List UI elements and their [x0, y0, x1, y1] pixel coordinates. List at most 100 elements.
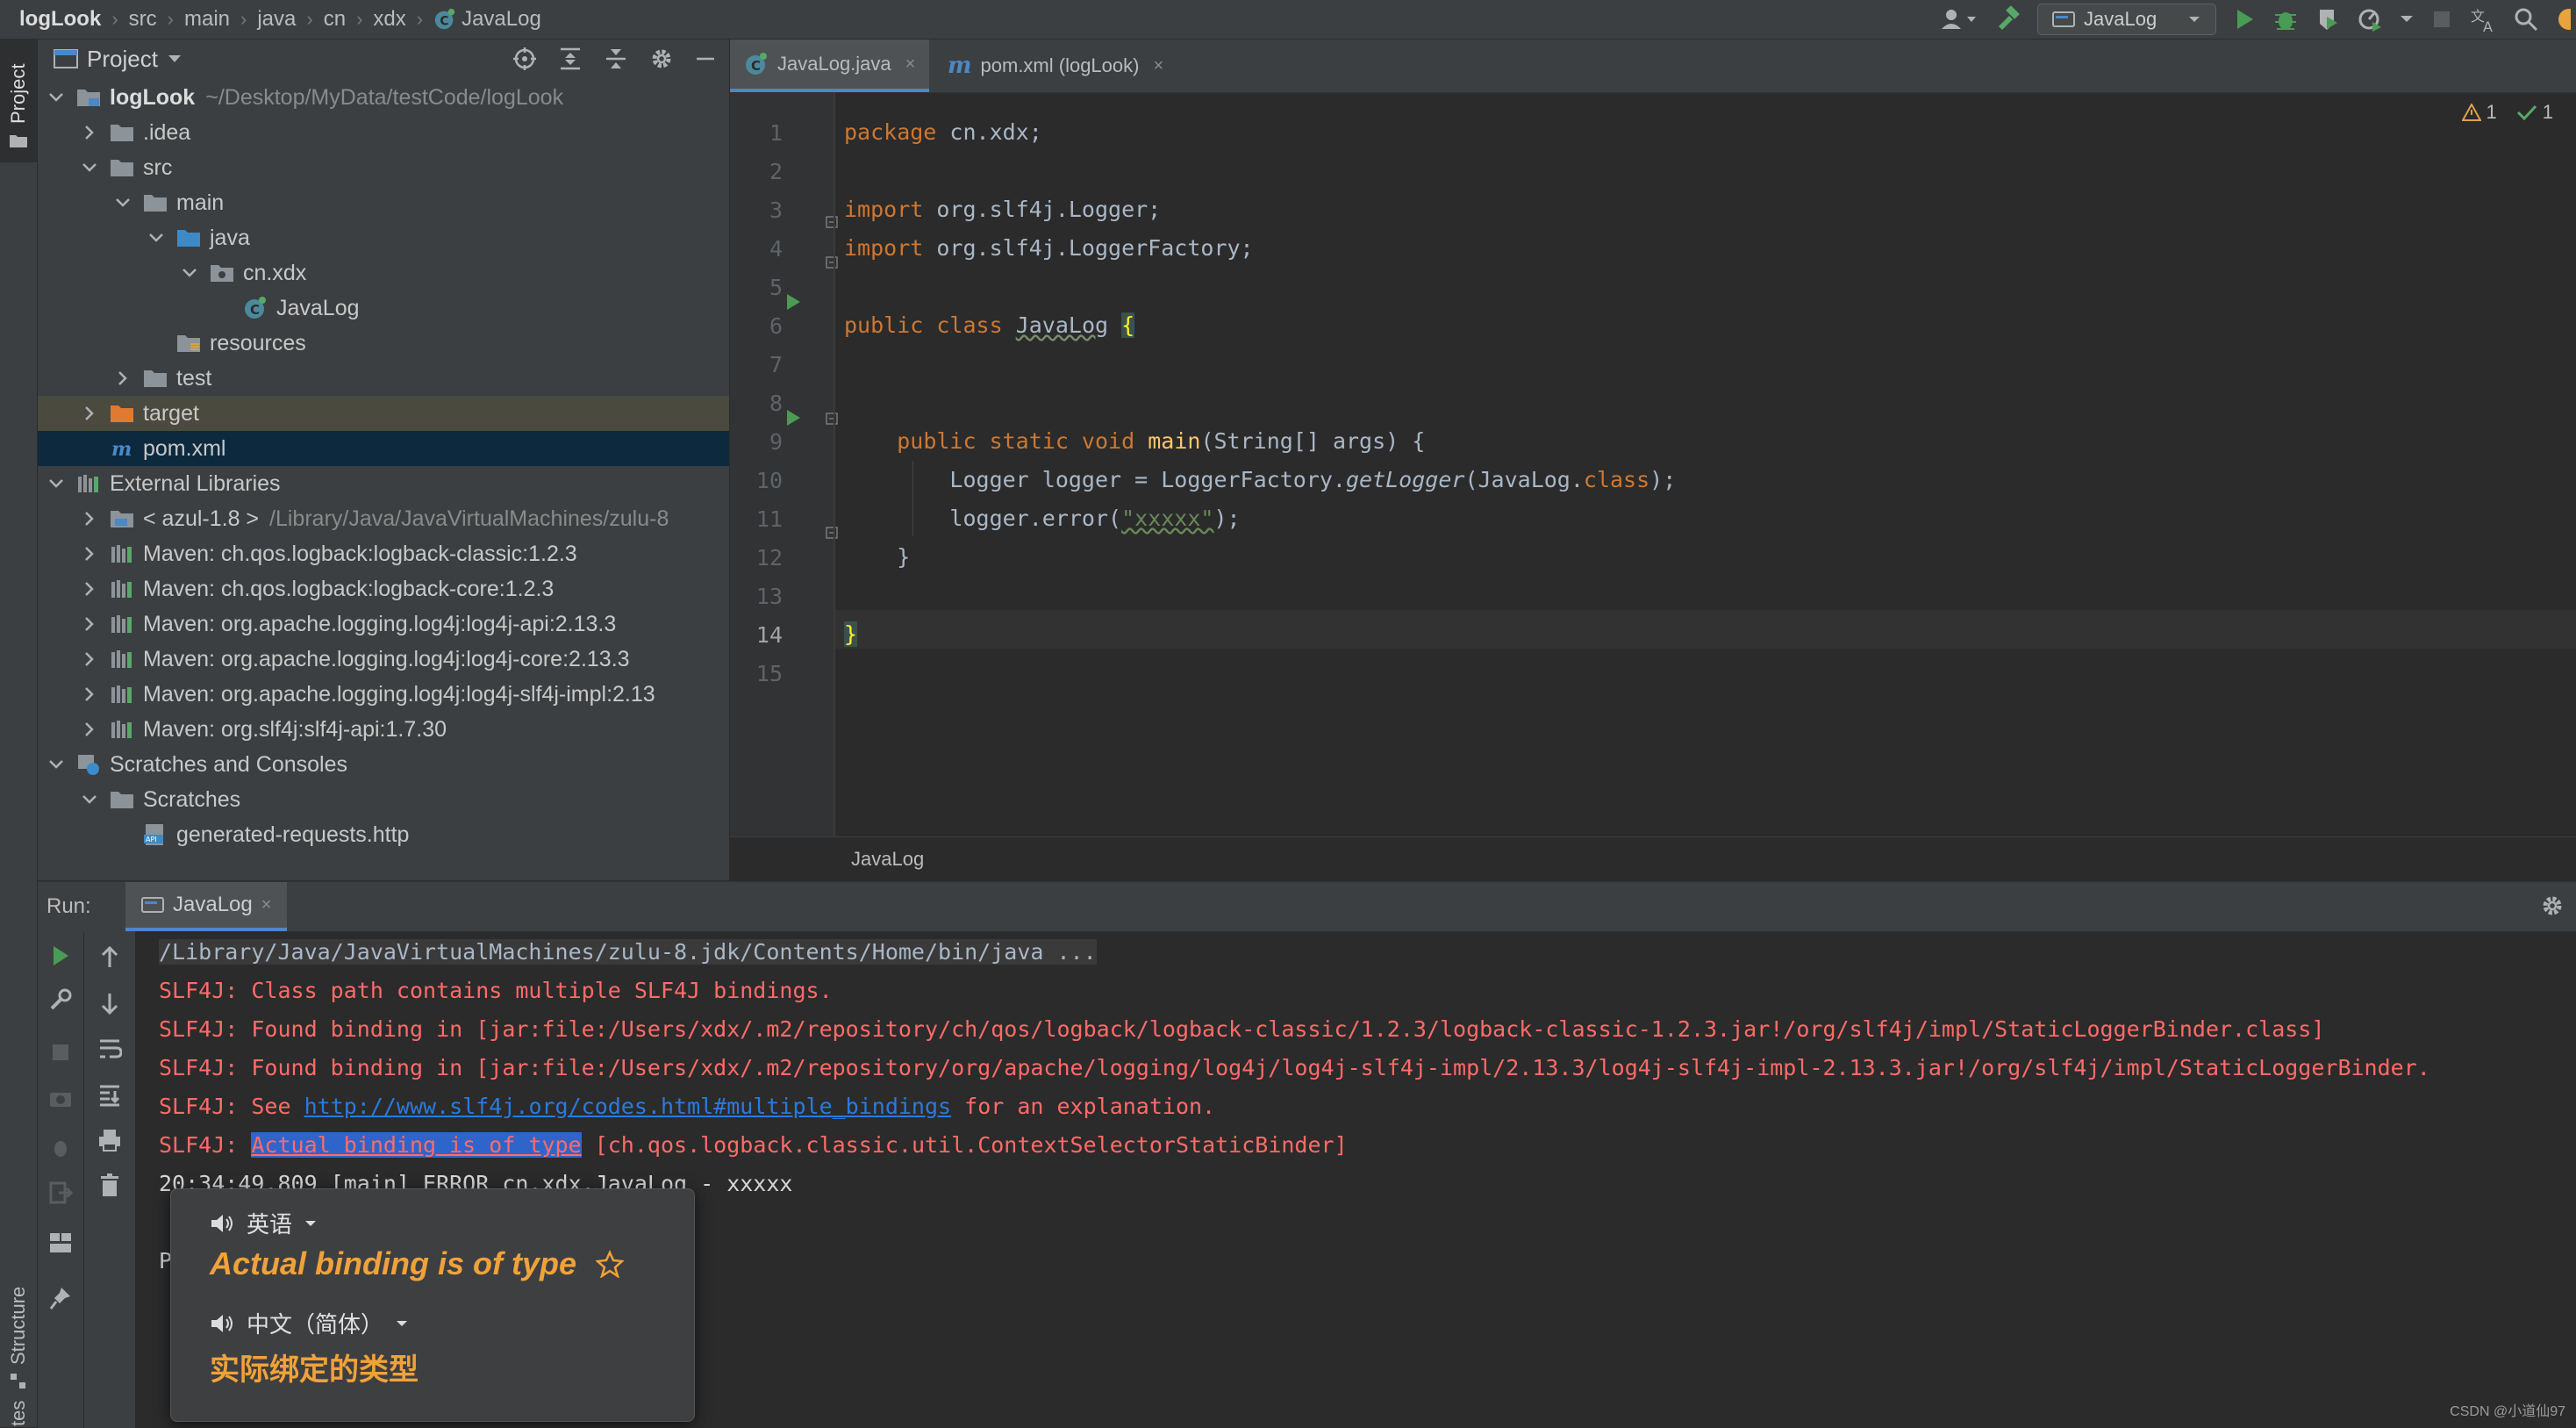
run-configuration-selector[interactable]: JavaLog [2037, 4, 2216, 35]
tree-item[interactable]: java [38, 220, 729, 255]
collapse-all-icon[interactable] [603, 46, 629, 72]
inspection-indicators[interactable]: 1 1 [2461, 101, 2553, 124]
stop-icon[interactable] [38, 1042, 83, 1063]
tree-item[interactable]: src [38, 150, 729, 185]
code-line[interactable]: Logger logger = LoggerFactory.getLogger(… [844, 461, 1676, 499]
breadcrumb-item[interactable]: main [184, 7, 230, 32]
camera-icon[interactable] [38, 1087, 83, 1109]
fold-icon[interactable] [825, 215, 839, 229]
trash-icon[interactable] [84, 1173, 135, 1198]
tree-item[interactable]: target [38, 396, 729, 431]
coverage-icon[interactable] [2315, 6, 2341, 32]
tree-item[interactable]: main [38, 185, 729, 220]
tree-item[interactable]: logLook ~/Desktop/MyData/testCode/logLook [38, 80, 729, 115]
fold-icon[interactable] [825, 255, 839, 269]
chevron-down-icon[interactable] [47, 91, 66, 104]
wrench-icon[interactable] [38, 987, 83, 1012]
chevron-down-icon[interactable] [80, 793, 99, 806]
breadcrumb-item[interactable]: src [129, 7, 157, 32]
chevron-right-icon[interactable] [80, 511, 99, 527]
code-line[interactable]: public class JavaLog { [844, 306, 1135, 345]
chevron-right-icon[interactable] [80, 616, 99, 632]
more-run-options-icon[interactable] [2399, 13, 2415, 25]
breadcrumb-item[interactable]: java [257, 7, 296, 32]
speaker-icon[interactable] [210, 1312, 234, 1335]
print-icon[interactable] [84, 1128, 135, 1152]
search-icon[interactable] [2513, 6, 2539, 32]
breadcrumb-item[interactable]: xdx [373, 7, 405, 32]
code-line[interactable]: import org.slf4j.LoggerFactory; [844, 229, 1254, 268]
tree-item[interactable]: Scratches [38, 782, 729, 817]
bottom-tool-tab[interactable]: tes [0, 1391, 37, 1426]
tree-item[interactable]: API generated-requests.http [38, 817, 729, 852]
tree-item[interactable]: test [38, 361, 729, 396]
tree-item[interactable]: < azul-1.8 > /Library/Java/JavaVirtualMac… [38, 501, 729, 536]
stop-icon[interactable] [2430, 8, 2453, 31]
source-language-row[interactable]: 英语 [210, 1207, 317, 1239]
breadcrumb-item[interactable]: C JavaLog [433, 7, 541, 32]
update-icon[interactable] [2555, 6, 2571, 32]
chevron-right-icon[interactable] [80, 125, 99, 140]
code-line[interactable]: public static void main(String[] args) { [844, 422, 1425, 461]
debug-icon[interactable] [38, 1135, 83, 1159]
tab-pom-xml[interactable]: m pom.xml (logLook) × [934, 39, 1177, 92]
build-hammer-icon[interactable] [1993, 5, 2021, 33]
code-line[interactable]: } [844, 615, 858, 654]
tree-item[interactable]: External Libraries [38, 466, 729, 501]
pin-icon[interactable] [38, 1286, 83, 1310]
breadcrumb-item[interactable]: logLook [19, 7, 101, 32]
exit-icon[interactable] [38, 1180, 83, 1205]
close-icon[interactable]: × [261, 895, 272, 915]
code-line[interactable]: import org.slf4j.Logger; [844, 190, 1161, 229]
run-icon[interactable] [2232, 6, 2257, 32]
tab-javalog-java[interactable]: C JavaLog.java × [730, 39, 930, 92]
run-tab-javalog[interactable]: JavaLog × [125, 882, 288, 931]
close-icon[interactable]: × [905, 54, 916, 75]
speaker-icon[interactable] [210, 1212, 234, 1235]
code-line[interactable]: logger.error("xxxxx"); [844, 499, 1240, 538]
tree-item[interactable]: C JavaLog [38, 291, 729, 326]
chevron-right-icon[interactable] [113, 370, 132, 386]
run-gutter-icon[interactable] [784, 408, 802, 427]
tree-item[interactable]: Maven: org.slf4j:slf4j-api:1.7.30 [38, 712, 729, 747]
translate-icon[interactable]: 文A [2469, 5, 2497, 33]
chevron-right-icon[interactable] [80, 546, 99, 562]
tree-item[interactable]: .idea [38, 115, 729, 150]
star-icon[interactable] [596, 1250, 625, 1278]
target-language-row[interactable]: 中文（简体） [210, 1307, 408, 1339]
minimize-icon[interactable] [694, 46, 717, 72]
chevron-down-icon[interactable] [47, 477, 66, 490]
tree-item[interactable]: m pom.xml [38, 431, 729, 466]
close-icon[interactable]: × [1153, 56, 1163, 76]
run-gutter-icon[interactable] [784, 292, 802, 312]
gear-icon[interactable] [648, 46, 675, 72]
project-tool-tab[interactable]: Project [0, 39, 37, 162]
arrow-up-icon[interactable] [84, 945, 135, 970]
editor-breadcrumb[interactable]: JavaLog [730, 836, 2576, 881]
soft-wrap-icon[interactable] [84, 1037, 135, 1061]
code-line[interactable]: } [844, 538, 910, 577]
arrow-down-icon[interactable] [84, 991, 135, 1015]
tree-item[interactable]: Maven: org.apache.logging.log4j:log4j-ap… [38, 606, 729, 642]
breadcrumb-item[interactable]: cn [324, 7, 346, 32]
chevron-right-icon[interactable] [80, 581, 99, 597]
chevron-right-icon[interactable] [80, 721, 99, 737]
project-view-selector[interactable]: Project [54, 46, 182, 73]
chevron-down-icon[interactable] [180, 267, 199, 279]
chevron-down-icon[interactable] [47, 758, 66, 771]
debug-icon[interactable] [2272, 6, 2299, 32]
chevron-right-icon[interactable] [80, 651, 99, 667]
console-selected-text[interactable]: Actual binding is of type [251, 1132, 582, 1158]
layout-icon[interactable] [38, 1231, 83, 1254]
tree-item[interactable]: Maven: org.apache.logging.log4j:log4j-co… [38, 642, 729, 677]
chevron-down-icon[interactable] [113, 197, 132, 209]
chevron-down-icon[interactable] [147, 232, 166, 244]
tree-item[interactable]: Maven: ch.qos.logback:logback-core:1.2.3 [38, 571, 729, 606]
locate-file-icon[interactable] [512, 46, 538, 72]
tree-item[interactable]: resources [38, 326, 729, 361]
gear-icon[interactable] [2539, 893, 2565, 919]
code-line[interactable]: package cn.xdx; [844, 113, 1042, 152]
tree-item[interactable]: Maven: ch.qos.logback:logback-classic:1.… [38, 536, 729, 571]
chevron-right-icon[interactable] [80, 686, 99, 702]
console-link[interactable]: http://www.slf4j.org/codes.html#multiple… [304, 1094, 952, 1119]
